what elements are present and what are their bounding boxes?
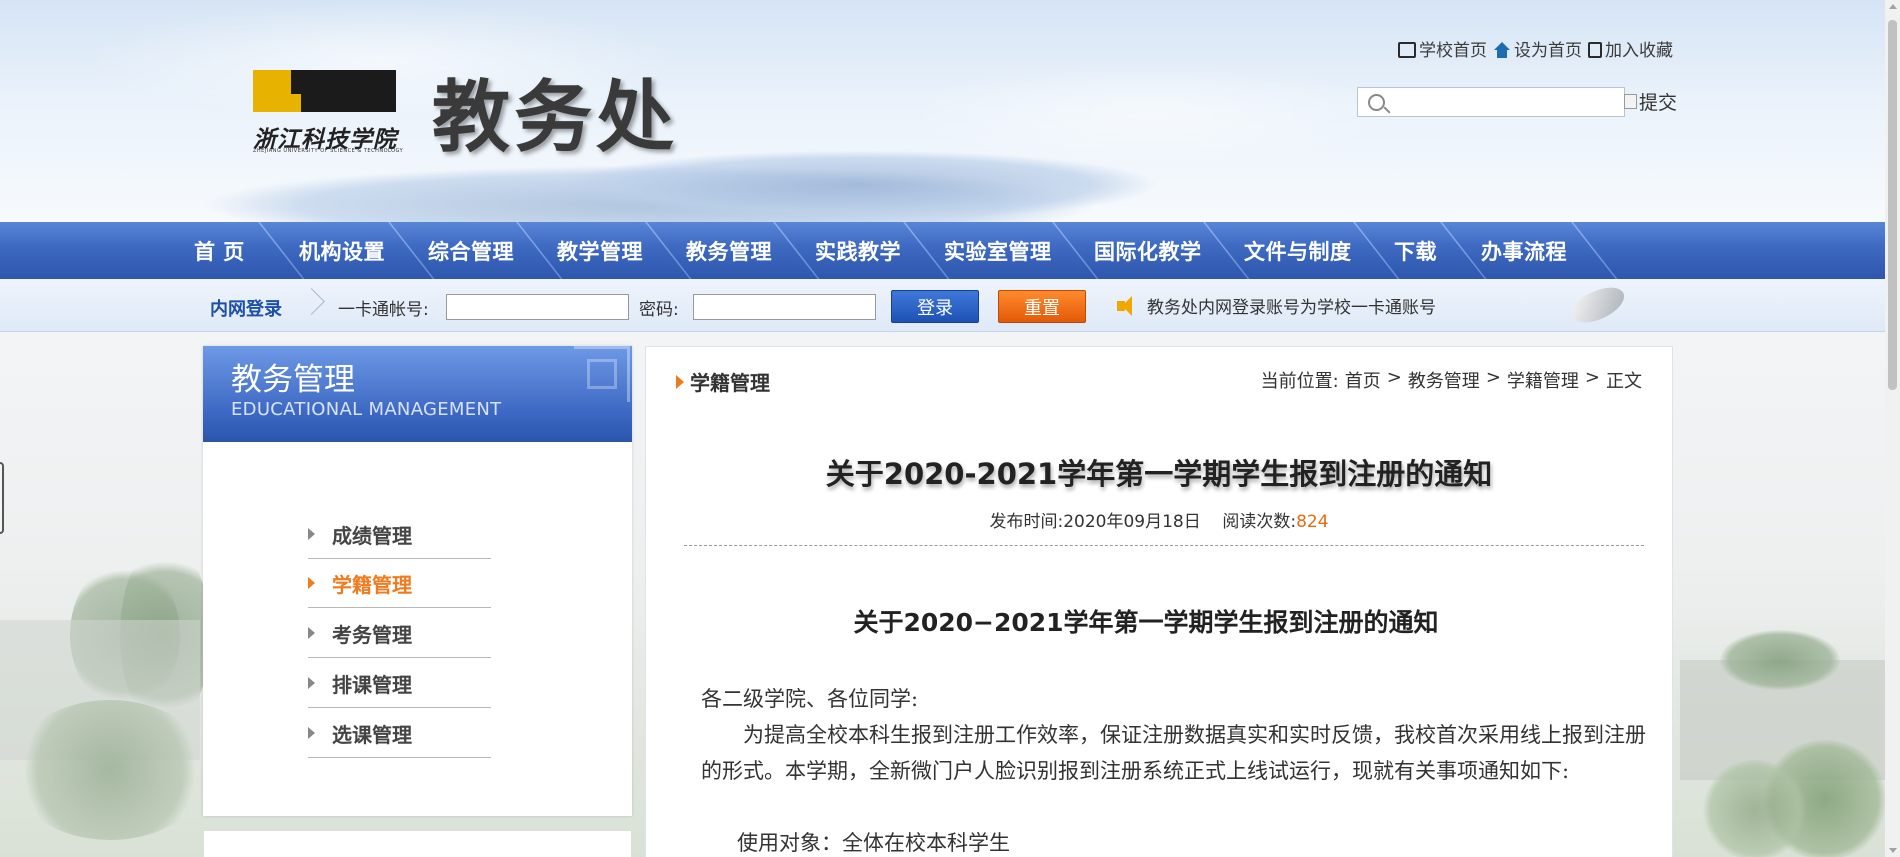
sidebar-item-exam-affairs[interactable]: 考务管理 [308,609,491,658]
sidebar-subtitle: EDUCATIONAL MANAGEMENT [231,399,502,420]
set-homepage-link[interactable]: 设为首页 [1493,36,1582,61]
triangle-right-icon [308,577,315,589]
page-scrollbar[interactable] [1885,0,1900,857]
sidebar: 教务管理 EDUCATIONAL MANAGEMENT 成绩管理 学籍管理 考务… [203,346,632,816]
broken-image-icon [1624,93,1637,109]
add-favorite-link[interactable]: 加入收藏 [1588,36,1673,61]
section-title: 学籍管理 [676,367,770,396]
nav-item-teaching-management[interactable]: 教学管理 [557,222,643,279]
view-count: 824 [1296,512,1329,532]
scroll-up-icon[interactable] [1889,4,1897,9]
mouse-icon [1566,280,1630,330]
article-body-title: 关于2020−2021学年第一学期学生报到注册的通知 [853,608,1439,637]
chevron-right-icon [302,288,316,318]
article-target: 使用对象：全体在校本科学生 [737,831,1010,855]
top-links: 学校首页 设为首页 加入收藏 [1398,36,1673,61]
triangle-right-icon [308,627,315,639]
sidebar-item-scheduling[interactable]: 排课管理 [308,659,491,708]
breadcrumb-student-status[interactable]: 学籍管理 [1507,367,1579,393]
ornament-icon [574,346,630,402]
scrollbar-thumb[interactable] [1888,20,1897,390]
triangle-right-icon [308,677,315,689]
sidebar-item-label: 成绩管理 [332,523,412,548]
search-icon [1368,94,1385,111]
nav-item-lab-management[interactable]: 实验室管理 [944,222,1052,279]
article-paragraph: 为提高全校本科生报到注册工作效率，保证注册数据真实和实时反馈，我校首次采用线上报… [701,723,1646,783]
search-input[interactable] [1392,90,1620,114]
login-bar: 内网登录 一卡通帐号: 密码: 登录 重置 教务处内网登录账号为学校一卡通账号 [0,279,1885,332]
main-content: 学籍管理 当前位置: 首页 > 教务管理 > 学籍管理 > 正文 关于2020-… [645,346,1673,857]
triangle-right-icon [308,727,315,739]
sidebar-item-student-status[interactable]: 学籍管理 [308,559,491,608]
breadcrumb: 当前位置: 首页 > 教务管理 > 学籍管理 > 正文 [1260,367,1642,393]
reset-button[interactable]: 重置 [998,290,1086,323]
sidebar-item-label: 选课管理 [332,722,412,747]
nav-item-international-teaching[interactable]: 国际化教学 [1094,222,1202,279]
nav-item-academic-affairs[interactable]: 教务管理 [686,222,772,279]
account-label: 一卡通帐号: [338,300,429,320]
sidebar-item-label: 考务管理 [332,622,412,647]
school-home-link[interactable]: 学校首页 [1398,36,1487,61]
nav-item-general-management[interactable]: 综合管理 [428,222,514,279]
scroll-down-icon[interactable] [1889,848,1897,853]
login-notice: 教务处内网登录账号为学校一卡通账号 [1117,293,1436,318]
breadcrumb-home[interactable]: 首页 [1345,367,1381,393]
breadcrumb-academic-affairs[interactable]: 教务管理 [1408,367,1480,393]
school-logo[interactable] [253,70,396,112]
breadcrumb-current: 正文 [1606,371,1642,392]
sidebar-secondary-box [203,830,632,857]
login-title: 内网登录 [210,299,282,320]
house-icon [1493,42,1511,58]
password-input[interactable] [693,294,876,320]
sidebar-header: 教务管理 EDUCATIONAL MANAGEMENT [203,346,632,442]
bookmark-icon [1588,42,1602,58]
nav-item-organization[interactable]: 机构设置 [299,222,385,279]
sidebar-title: 教务管理 [231,362,355,398]
nav-item-documents[interactable]: 文件与制度 [1244,222,1352,279]
sidebar-item-label: 排课管理 [332,672,412,697]
article-salutation: 各二级学院、各位同学: [701,687,919,711]
nav-item-procedures[interactable]: 办事流程 [1481,222,1567,279]
speaker-icon [1117,295,1141,316]
side-handle[interactable] [0,462,4,534]
nav-item-download[interactable]: 下载 [1394,222,1437,279]
site-title: 教务处 [432,73,679,163]
password-label: 密码: [639,300,679,320]
school-name-en: ZHEJIANG UNIVERSITY OF SCIENCE & TECHNOL… [253,148,404,154]
school-home-icon [1398,42,1416,58]
nav-item-practice-teaching[interactable]: 实践教学 [815,222,901,279]
article-title: 关于2020-2021学年第一学期学生报到注册的通知 [825,457,1493,491]
sidebar-item-grades[interactable]: 成绩管理 [308,510,491,559]
sidebar-item-course-selection[interactable]: 选课管理 [308,709,491,758]
site-header: 浙江科技学院 ZHEJIANG UNIVERSITY OF SCIENCE & … [0,0,1885,222]
login-button[interactable]: 登录 [891,290,979,323]
main-nav: 首 页 机构设置 综合管理 教学管理 教务管理 实践教学 实验室管理 国际化教学… [0,222,1885,279]
search-submit-button[interactable]: 提交 [1624,86,1688,116]
divider [684,545,1644,546]
account-input[interactable] [446,294,629,320]
article-meta: 发布时间:2020年09月18日 阅读次数:824 [989,512,1329,532]
sidebar-item-label: 学籍管理 [332,572,412,597]
publish-date: 2020年09月18日 [1063,512,1201,532]
nav-item-home[interactable]: 首 页 [194,222,245,279]
search-box [1357,87,1625,117]
triangle-right-icon [308,528,315,540]
triangle-right-icon [676,374,684,389]
